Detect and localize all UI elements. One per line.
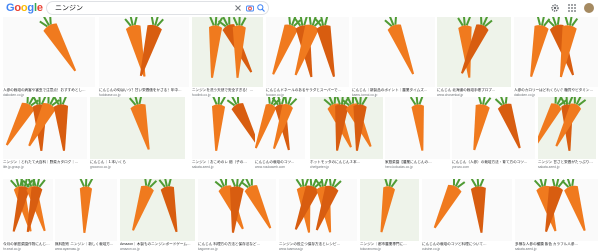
carrot-image bbox=[515, 179, 598, 241]
carrot-image bbox=[266, 17, 349, 87]
carrot-image bbox=[385, 97, 450, 159]
result-source: amazon.co.jp bbox=[120, 246, 140, 251]
result-source: tokuranomo.jp bbox=[360, 246, 381, 251]
result-thumbnail[interactable] bbox=[192, 97, 263, 159]
logo-letter: G bbox=[6, 2, 15, 14]
carrot-image bbox=[3, 179, 53, 241]
carrot-image bbox=[90, 97, 185, 159]
apps-icon[interactable] bbox=[567, 3, 577, 13]
result-source: chefgarten.jp bbox=[310, 164, 330, 169]
result-thumbnail[interactable] bbox=[255, 97, 305, 159]
result-source: www.tuamusa.jp bbox=[279, 246, 304, 251]
google-logo[interactable]: Google bbox=[6, 2, 43, 14]
result-thumbnail[interactable] bbox=[514, 17, 598, 87]
result-source: kagome.co.jp bbox=[198, 246, 218, 251]
result-source: life.jp-group.jp bbox=[3, 164, 24, 169]
result-thumbnail[interactable] bbox=[90, 97, 185, 159]
result-thumbnail[interactable] bbox=[385, 97, 450, 159]
result-source: daikoken.co.jp bbox=[514, 92, 536, 97]
result-thumbnail[interactable] bbox=[192, 17, 263, 87]
top-bar: Google ニンジン bbox=[0, 0, 600, 17]
result-thumbnail[interactable] bbox=[198, 179, 276, 241]
result-source: foooon.co.jp bbox=[266, 92, 284, 97]
carrot-image bbox=[55, 179, 117, 241]
result-thumbnail[interactable] bbox=[120, 179, 195, 241]
result-thumbnail[interactable] bbox=[3, 97, 87, 159]
result-source: www.ayamasu.jp bbox=[55, 246, 80, 251]
result-source: yorozu.com bbox=[452, 164, 470, 169]
carrot-image bbox=[192, 97, 263, 159]
carrot-image bbox=[99, 17, 189, 87]
result-thumbnail[interactable] bbox=[55, 179, 117, 241]
result-source: gnoonoo.co.jp bbox=[90, 164, 111, 169]
carrot-image bbox=[452, 97, 535, 159]
image-results-grid: 人参の栽培の病害や害虫で注意点！おすすめとし… daikoken.co.jp にん… bbox=[0, 17, 600, 252]
carrot-image bbox=[538, 97, 596, 159]
avatar[interactable] bbox=[584, 3, 594, 13]
result-thumbnail[interactable] bbox=[310, 97, 383, 159]
result-source: www.noukaweb.com bbox=[255, 164, 286, 169]
result-thumbnail[interactable] bbox=[279, 179, 357, 241]
result-thumbnail[interactable] bbox=[266, 17, 349, 87]
result-source: cuisine.co.jp bbox=[422, 246, 441, 251]
result-source: foodink.co.jp bbox=[192, 92, 211, 97]
result-source: www.chosenkai.jp bbox=[437, 92, 464, 97]
result-thumbnail[interactable] bbox=[538, 97, 596, 159]
result-thumbnail[interactable] bbox=[515, 179, 598, 241]
carrot-image bbox=[352, 17, 435, 87]
camera-icon[interactable] bbox=[245, 3, 255, 13]
result-source: daikoken.co.jp bbox=[3, 92, 25, 97]
carrot-image bbox=[198, 179, 276, 241]
carrot-image bbox=[279, 179, 357, 241]
result-thumbnail[interactable] bbox=[3, 179, 53, 241]
result-thumbnail[interactable] bbox=[452, 97, 535, 159]
result-source: hr.xeat.co.jp bbox=[3, 246, 21, 251]
carrot-image bbox=[3, 17, 95, 87]
result-thumbnail[interactable] bbox=[422, 179, 512, 241]
result-thumbnail[interactable] bbox=[99, 17, 189, 87]
result-source: hero.kokudas.co.jp bbox=[385, 164, 413, 169]
gear-icon[interactable] bbox=[550, 3, 560, 13]
carrot-image bbox=[437, 17, 511, 87]
result-source: sakata-seed.jp bbox=[515, 246, 537, 251]
result-source: fudobase.co.jp bbox=[99, 92, 121, 97]
result-source: sakata-seed.jp bbox=[538, 164, 560, 169]
carrot-image bbox=[422, 179, 512, 241]
result-source: kaeru-tomoi.co.jp bbox=[352, 92, 378, 97]
search-query[interactable]: ニンジン bbox=[55, 3, 83, 13]
result-thumbnail[interactable] bbox=[352, 17, 435, 87]
carrot-image bbox=[360, 179, 419, 241]
carrot-image bbox=[255, 97, 305, 159]
result-source: sakata-seed.jp bbox=[192, 164, 214, 169]
close-icon[interactable] bbox=[233, 3, 243, 13]
result-thumbnail[interactable] bbox=[437, 17, 511, 87]
search-box[interactable]: ニンジン bbox=[47, 2, 268, 14]
carrot-image bbox=[310, 97, 383, 159]
carrot-image bbox=[192, 17, 263, 87]
carrot-image bbox=[120, 179, 195, 241]
carrot-image bbox=[514, 17, 598, 87]
logo-letter: e bbox=[36, 2, 43, 14]
search-icon[interactable] bbox=[256, 3, 266, 13]
result-thumbnail[interactable] bbox=[3, 17, 95, 87]
result-thumbnail[interactable] bbox=[360, 179, 419, 241]
carrot-image bbox=[3, 97, 87, 159]
